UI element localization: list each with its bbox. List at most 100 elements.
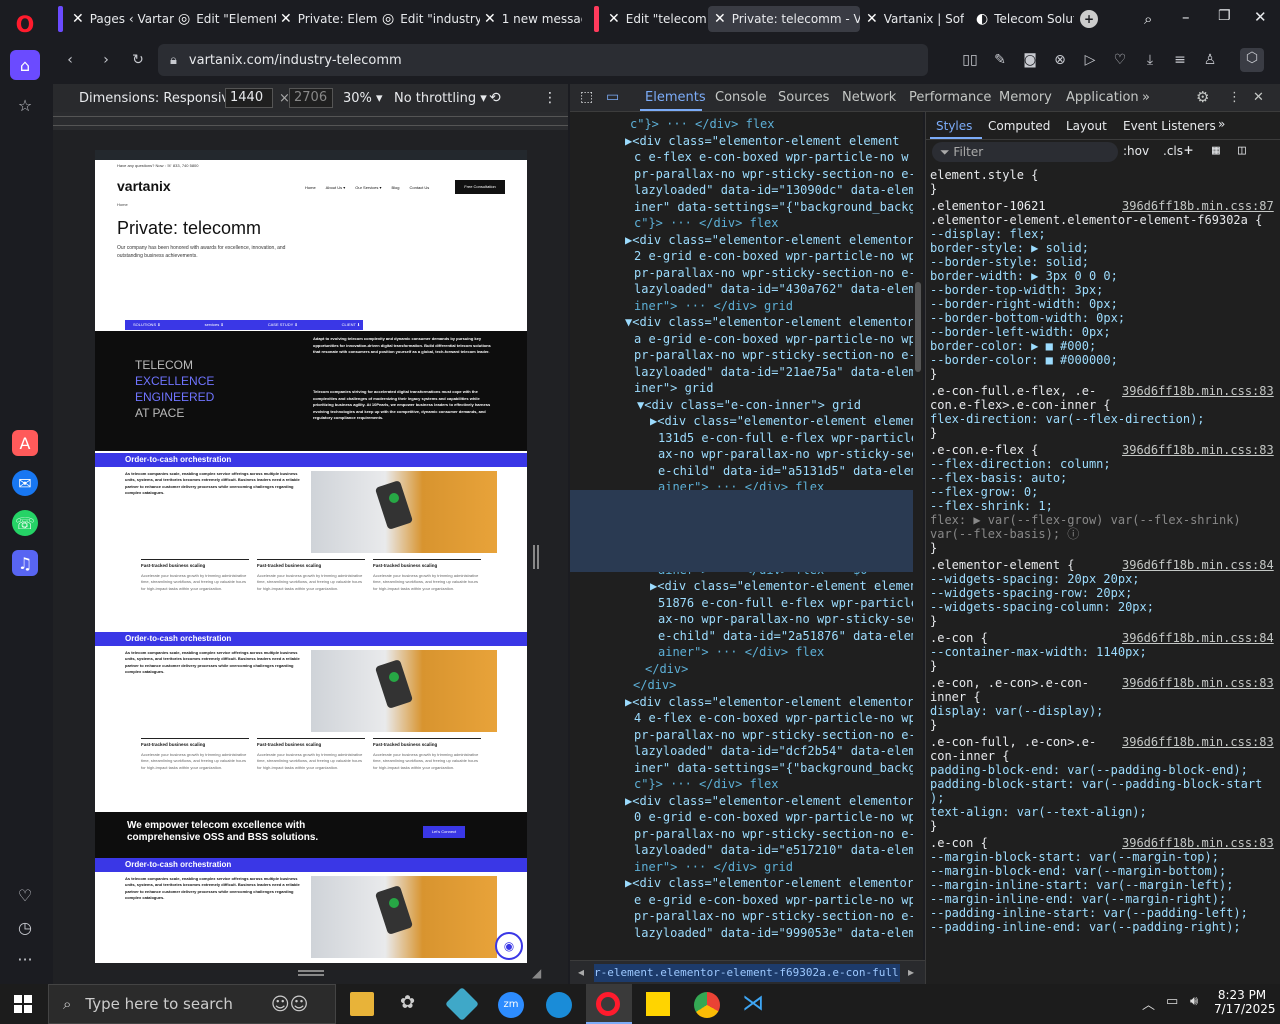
css-source-link[interactable]: 396d6ff18b.min.css:84: [1122, 631, 1274, 645]
resize-corner-icon[interactable]: ◢: [532, 966, 541, 980]
css-source-link[interactable]: 396d6ff18b.min.css:83: [1122, 735, 1274, 749]
sticky-notes-icon[interactable]: [646, 992, 670, 1016]
more-icon[interactable]: ···: [10, 944, 40, 974]
tab-6[interactable]: ✕ Private: telecomm - Var: [708, 6, 860, 32]
css-selector[interactable]: .e-con.e-flex {: [930, 443, 1038, 457]
css-property[interactable]: --border-top-width: 3px;: [930, 283, 1103, 297]
resize-handle-right[interactable]: [533, 545, 539, 569]
network-icon[interactable]: ▭: [1166, 994, 1178, 1009]
css-source-link[interactable]: 396d6ff18b.min.css:83: [1122, 836, 1274, 850]
wp-admin-bar[interactable]: [95, 150, 527, 160]
dimensions-dropdown[interactable]: Dimensions: Responsive ▾: [79, 91, 248, 106]
tab-7[interactable]: ✕ Vartanix | Soft: [860, 6, 964, 32]
css-selector[interactable]: .elementor-element.elementor-element-f69…: [930, 213, 1262, 227]
tab-performance[interactable]: Performance: [909, 90, 991, 105]
file-explorer-icon[interactable]: [350, 992, 374, 1016]
css-property[interactable]: --flex-direction: column;: [930, 457, 1111, 471]
css-property[interactable]: text-align: var(--text-align);: [930, 805, 1147, 819]
back-icon[interactable]: ‹: [60, 50, 80, 70]
chat-widget-icon[interactable]: ◉: [495, 932, 523, 960]
breadcrumb-path[interactable]: r-element.elementor-element-f69302a.e-co…: [594, 964, 900, 982]
css-property[interactable]: --border-left-width: 0px;: [930, 325, 1111, 339]
css-property[interactable]: border-color: ▶ ■ #000;: [930, 339, 1096, 353]
more-options-icon[interactable]: ⋮: [543, 90, 557, 106]
css-property[interactable]: --border-style: solid;: [930, 255, 1089, 269]
tab-network[interactable]: Network: [842, 90, 896, 105]
css-selector[interactable]: }: [930, 541, 937, 555]
dom-node-line[interactable]: ax-no wpr-parallax-no wpr-sticky-secti: [658, 446, 915, 462]
subtab-layout[interactable]: Layout: [1066, 119, 1107, 133]
css-property[interactable]: --flex-grow: 0;: [930, 485, 1038, 499]
dom-node-line[interactable]: c e-flex e-con-boxed wpr-particle-no w: [634, 149, 909, 165]
menu-icon[interactable]: ≡: [1170, 50, 1190, 70]
restore-icon[interactable]: ❐: [1218, 8, 1231, 24]
css-property[interactable]: --display: flex;: [930, 227, 1046, 241]
width-input[interactable]: 1440: [225, 88, 273, 108]
dom-node-line[interactable]: c"}> ··· </div> flex: [630, 116, 775, 132]
nav-services[interactable]: Our Services ▾: [355, 185, 381, 190]
css-property[interactable]: --margin-inline-end: var(--margin-right)…: [930, 892, 1226, 906]
devtools-menu-icon[interactable]: ⋮: [1228, 90, 1241, 105]
dom-node-line[interactable]: ▼<div class="e-con-inner"> grid: [637, 397, 861, 413]
dom-node-line[interactable]: 51876 e-con-full e-flex wpr-particle-n: [658, 595, 915, 611]
inspect-icon[interactable]: ⬚: [580, 89, 593, 105]
download-icon[interactable]: ⤓: [1140, 50, 1160, 70]
css-source-link[interactable]: 396d6ff18b.min.css:83: [1122, 384, 1274, 398]
css-selector[interactable]: con-inner {: [930, 749, 1009, 763]
clock[interactable]: 8:23 PM 7/17/2025: [1214, 988, 1276, 1016]
tab-1[interactable]: ◎ Edit "Elements: [172, 6, 276, 32]
dom-node-line[interactable]: pr-parallax-no wpr-sticky-section-no e-c…: [634, 727, 915, 743]
vscode-icon[interactable]: ⋊: [742, 992, 768, 1018]
dom-node-line[interactable]: ▶<div class="elementor-element elementor…: [625, 694, 915, 710]
tab-memory[interactable]: Memory: [999, 90, 1052, 105]
css-selector[interactable]: }: [930, 718, 937, 732]
dom-node-line[interactable]: ax-no wpr-parallax-no wpr-sticky-secti: [658, 611, 915, 627]
device-toggle-icon[interactable]: ▭: [606, 89, 619, 105]
css-selector[interactable]: }: [930, 367, 937, 381]
throttle-dropdown[interactable]: No throttling ▾: [394, 91, 487, 106]
tab-0[interactable]: ✕ Pages ‹ Vartan: [66, 6, 174, 32]
css-property[interactable]: var(--flex-basis); ⓘ: [930, 527, 1079, 541]
nav-blog[interactable]: Blog: [392, 185, 400, 190]
reader-icon[interactable]: ▯▯: [960, 50, 980, 70]
rotate-icon[interactable]: ⟲: [489, 90, 501, 106]
dom-node-line[interactable]: pr-parallax-no wpr-sticky-section-no e-c…: [634, 265, 915, 281]
paint-icon[interactable]: ▦: [1212, 143, 1220, 158]
css-property[interactable]: --padding-inline-start: var(--padding-le…: [930, 906, 1248, 920]
sidebar-toggle-icon[interactable]: ◫: [1238, 143, 1246, 158]
dom-node-line[interactable]: ▶<div class="elementor-element elementor…: [625, 793, 915, 809]
windows-start-icon[interactable]: [14, 995, 32, 1013]
dom-node-line[interactable]: </div>: [645, 661, 688, 677]
tray-chevron-icon[interactable]: ︿: [1142, 994, 1155, 1013]
css-property[interactable]: flex: ▶ var(--flex-grow) var(--flex-shri…: [930, 513, 1241, 527]
css-selector[interactable]: .elementor-element {: [930, 558, 1075, 572]
dom-node-line[interactable]: e e-grid e-con-boxed wpr-particle-no wpr…: [634, 892, 915, 908]
tab-4[interactable]: ✕ 1 new messag: [478, 6, 582, 32]
dom-node-line[interactable]: iner" data-settings="{"background_backgr…: [634, 199, 915, 215]
css-selector[interactable]: }: [930, 819, 937, 833]
css-selector[interactable]: .e-con-full, .e-con>.e-: [930, 735, 1096, 749]
page-breadcrumb[interactable]: Home: [117, 202, 128, 207]
tab-5[interactable]: ✕ Edit "telecom: [602, 6, 706, 32]
dom-node-line[interactable]: pr-parallax-no wpr-sticky-section-no e-c…: [634, 826, 915, 842]
nav-about[interactable]: About Us ▾: [326, 185, 346, 190]
css-property[interactable]: flex-direction: var(--flex-direction);: [930, 412, 1205, 426]
css-property[interactable]: --flex-basis: auto;: [930, 471, 1067, 485]
more-subtabs-icon[interactable]: »: [1218, 117, 1225, 131]
dom-node-line[interactable]: iner" data-settings="{"background_backgr…: [634, 760, 915, 776]
css-property[interactable]: border-style: ▶ solid;: [930, 241, 1089, 255]
css-property[interactable]: --flex-shrink: 1;: [930, 499, 1053, 513]
dom-node-line[interactable]: c"}> ··· </div> flex: [634, 776, 779, 792]
more-tabs-icon[interactable]: »: [1142, 90, 1150, 105]
opera-taskbar-active[interactable]: [586, 984, 632, 1024]
height-input[interactable]: 2706: [289, 88, 333, 108]
heart-icon[interactable]: ♡: [10, 880, 40, 910]
home-icon[interactable]: ⌂: [10, 50, 40, 80]
dom-node-line[interactable]: ▶<div class="elementor-element elementor…: [625, 232, 915, 248]
css-selector[interactable]: .e-con-full.e-flex, .e-: [930, 384, 1096, 398]
css-property[interactable]: display: var(--display);: [930, 704, 1103, 718]
close-devtools-icon[interactable]: ✕: [1253, 90, 1264, 105]
dom-node-line[interactable]: 131d5 e-con-full e-flex wpr-particle-n: [658, 430, 915, 446]
dom-node-line[interactable]: ▶<div class="elementor-element elemento: [650, 413, 915, 429]
nav-home[interactable]: Home: [305, 185, 316, 190]
